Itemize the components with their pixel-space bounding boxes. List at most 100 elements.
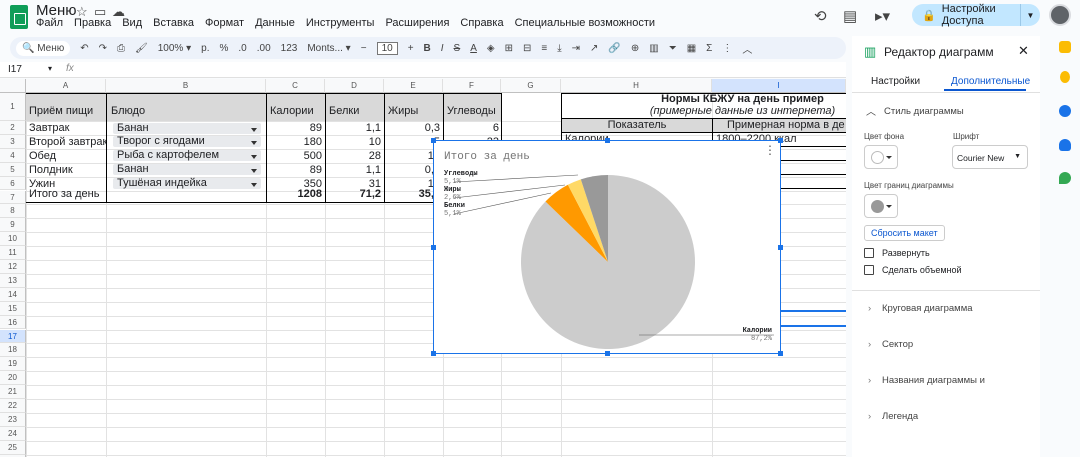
norms-title[interactable]: Нормы КБЖУ на день пример [562,93,846,105]
font-size-increase-button[interactable]: + [408,43,414,54]
menu-search-input[interactable]: 🔍 Меню [16,40,71,56]
column-header[interactable]: E [384,79,443,93]
resize-handle-t[interactable] [605,138,610,143]
norms-col-norm[interactable]: Примерная норма в де [713,119,846,131]
comment-icon[interactable]: ▤ [843,7,857,25]
avatar[interactable] [1049,4,1071,26]
row-header[interactable]: 5 [0,162,26,177]
tab-setup[interactable]: Настройки [871,76,920,87]
cell-protein[interactable]: 1,1 [326,164,384,176]
row-header[interactable]: 19 [0,357,26,372]
text-color-button[interactable]: A [470,43,477,54]
bg-color-picker[interactable] [864,145,898,169]
cell-protein[interactable]: 10 [326,136,384,148]
column-header[interactable]: F [443,79,501,93]
resize-handle-br[interactable] [778,351,783,356]
row-header[interactable]: 1 [0,93,26,121]
cell-meal[interactable]: Обед [26,150,106,162]
share-button[interactable]: 🔒 Настройки Доступа ▼ [912,3,1040,27]
row-header[interactable]: 11 [0,246,26,260]
name-box[interactable]: I17 [8,64,22,75]
header-carbs[interactable]: Углеводы [444,105,502,117]
cell-calories[interactable]: 180 [267,136,325,148]
maximize-checkbox[interactable] [864,248,874,258]
keep-icon[interactable] [1060,71,1070,83]
row-header[interactable]: 3 [0,134,26,149]
bold-button[interactable]: B [424,43,431,54]
resize-handle-tr[interactable] [778,138,783,143]
cell-carbs[interactable]: 6 [444,122,502,134]
row-header[interactable]: 6 [0,176,26,191]
font-size-decrease-button[interactable]: − [361,43,367,54]
menu-extensions[interactable]: Расширения [385,17,449,31]
borders-icon[interactable]: ⊞ [505,43,513,54]
merge-cells-icon[interactable]: ⊟ [523,43,531,54]
section-slice[interactable]: › Сектор [868,339,913,350]
total-label[interactable]: Итого за день [26,188,106,200]
header-protein[interactable]: Белки [326,105,384,117]
section-legend[interactable]: › Легенда [868,411,918,422]
filter-icon[interactable]: ⏷ [669,43,677,54]
formula-input[interactable] [86,63,836,77]
cell-protein[interactable]: 28 [326,150,384,162]
row-header[interactable]: 8 [0,204,26,219]
maps-icon[interactable] [1059,172,1071,184]
menu-data[interactable]: Данные [255,17,295,31]
cell-meal[interactable]: Завтрак [26,122,106,134]
percent-button[interactable]: % [219,43,228,54]
close-icon[interactable]: ✕ [1018,43,1029,59]
resize-handle-tl[interactable] [431,138,436,143]
column-header[interactable]: I [712,79,846,93]
insert-link-icon[interactable]: 🔗 [608,43,620,54]
total-protein[interactable]: 71,2 [326,188,384,200]
menu-insert[interactable]: Вставка [153,17,194,31]
cell-protein[interactable]: 1,1 [326,122,384,134]
row-header[interactable]: 10 [0,232,26,247]
dish-dropdown-chip[interactable]: Тушёная индейка [113,178,261,190]
row-header[interactable]: 24 [0,426,26,441]
cell-calories[interactable]: 89 [267,164,325,176]
header-dish[interactable]: Блюдо [108,105,266,117]
menu-view[interactable]: Вид [122,17,142,31]
cell-meal[interactable]: Полдник [26,164,106,176]
row-header[interactable]: 21 [0,385,26,399]
filter-views-icon[interactable]: ▦ [687,43,696,54]
resize-handle-b[interactable] [605,351,610,356]
3d-checkbox[interactable] [864,265,874,275]
reset-layout-button[interactable]: Сбросить макет [864,225,945,241]
redo-icon[interactable]: ↷ [99,43,107,54]
resize-handle-r[interactable] [778,245,783,250]
undo-icon[interactable]: ↶ [80,43,88,54]
row-header[interactable]: 15 [0,301,26,316]
font-size-input[interactable]: 10 [376,41,398,55]
menu-file[interactable]: Файл [36,17,63,31]
dish-dropdown-chip[interactable]: Рыба с картофелем [113,150,261,162]
increase-decimal-button[interactable]: .00 [257,43,271,54]
dish-dropdown-chip[interactable]: Творог с ягодами [113,136,261,148]
section-pie-chart[interactable]: › Круговая диаграмма [868,303,973,314]
row-header[interactable]: 7 [0,190,26,205]
header-fat[interactable]: Жиры [385,105,443,117]
row-header[interactable]: 14 [0,287,26,302]
row-header[interactable]: 12 [0,260,26,274]
header-meal[interactable]: Приём пищи [26,105,106,117]
cell-meal[interactable]: Второй завтрак [26,136,106,148]
menu-format[interactable]: Формат [205,17,244,31]
row-header[interactable]: 25 [0,440,26,455]
column-header[interactable]: A [26,79,106,93]
insert-chart-icon[interactable]: ▥ [649,43,658,54]
row-header[interactable]: 2 [0,121,26,135]
menu-edit[interactable]: Правка [74,17,111,31]
column-header[interactable]: C [266,79,325,93]
column-header[interactable]: D [325,79,384,93]
row-header[interactable]: 22 [0,399,26,413]
fill-color-icon[interactable]: ◈ [487,43,495,54]
align-horizontal-icon[interactable]: ≡ [541,43,547,54]
border-color-picker[interactable] [864,194,898,218]
sheets-logo-icon[interactable] [10,5,28,29]
cell-calories[interactable]: 89 [267,122,325,134]
tasks-icon[interactable] [1059,105,1071,117]
row-header[interactable]: 4 [0,148,26,163]
section-titles[interactable]: › Названия диаграммы и [868,375,985,386]
font-select[interactable]: Courier New ▼ [952,145,1028,169]
